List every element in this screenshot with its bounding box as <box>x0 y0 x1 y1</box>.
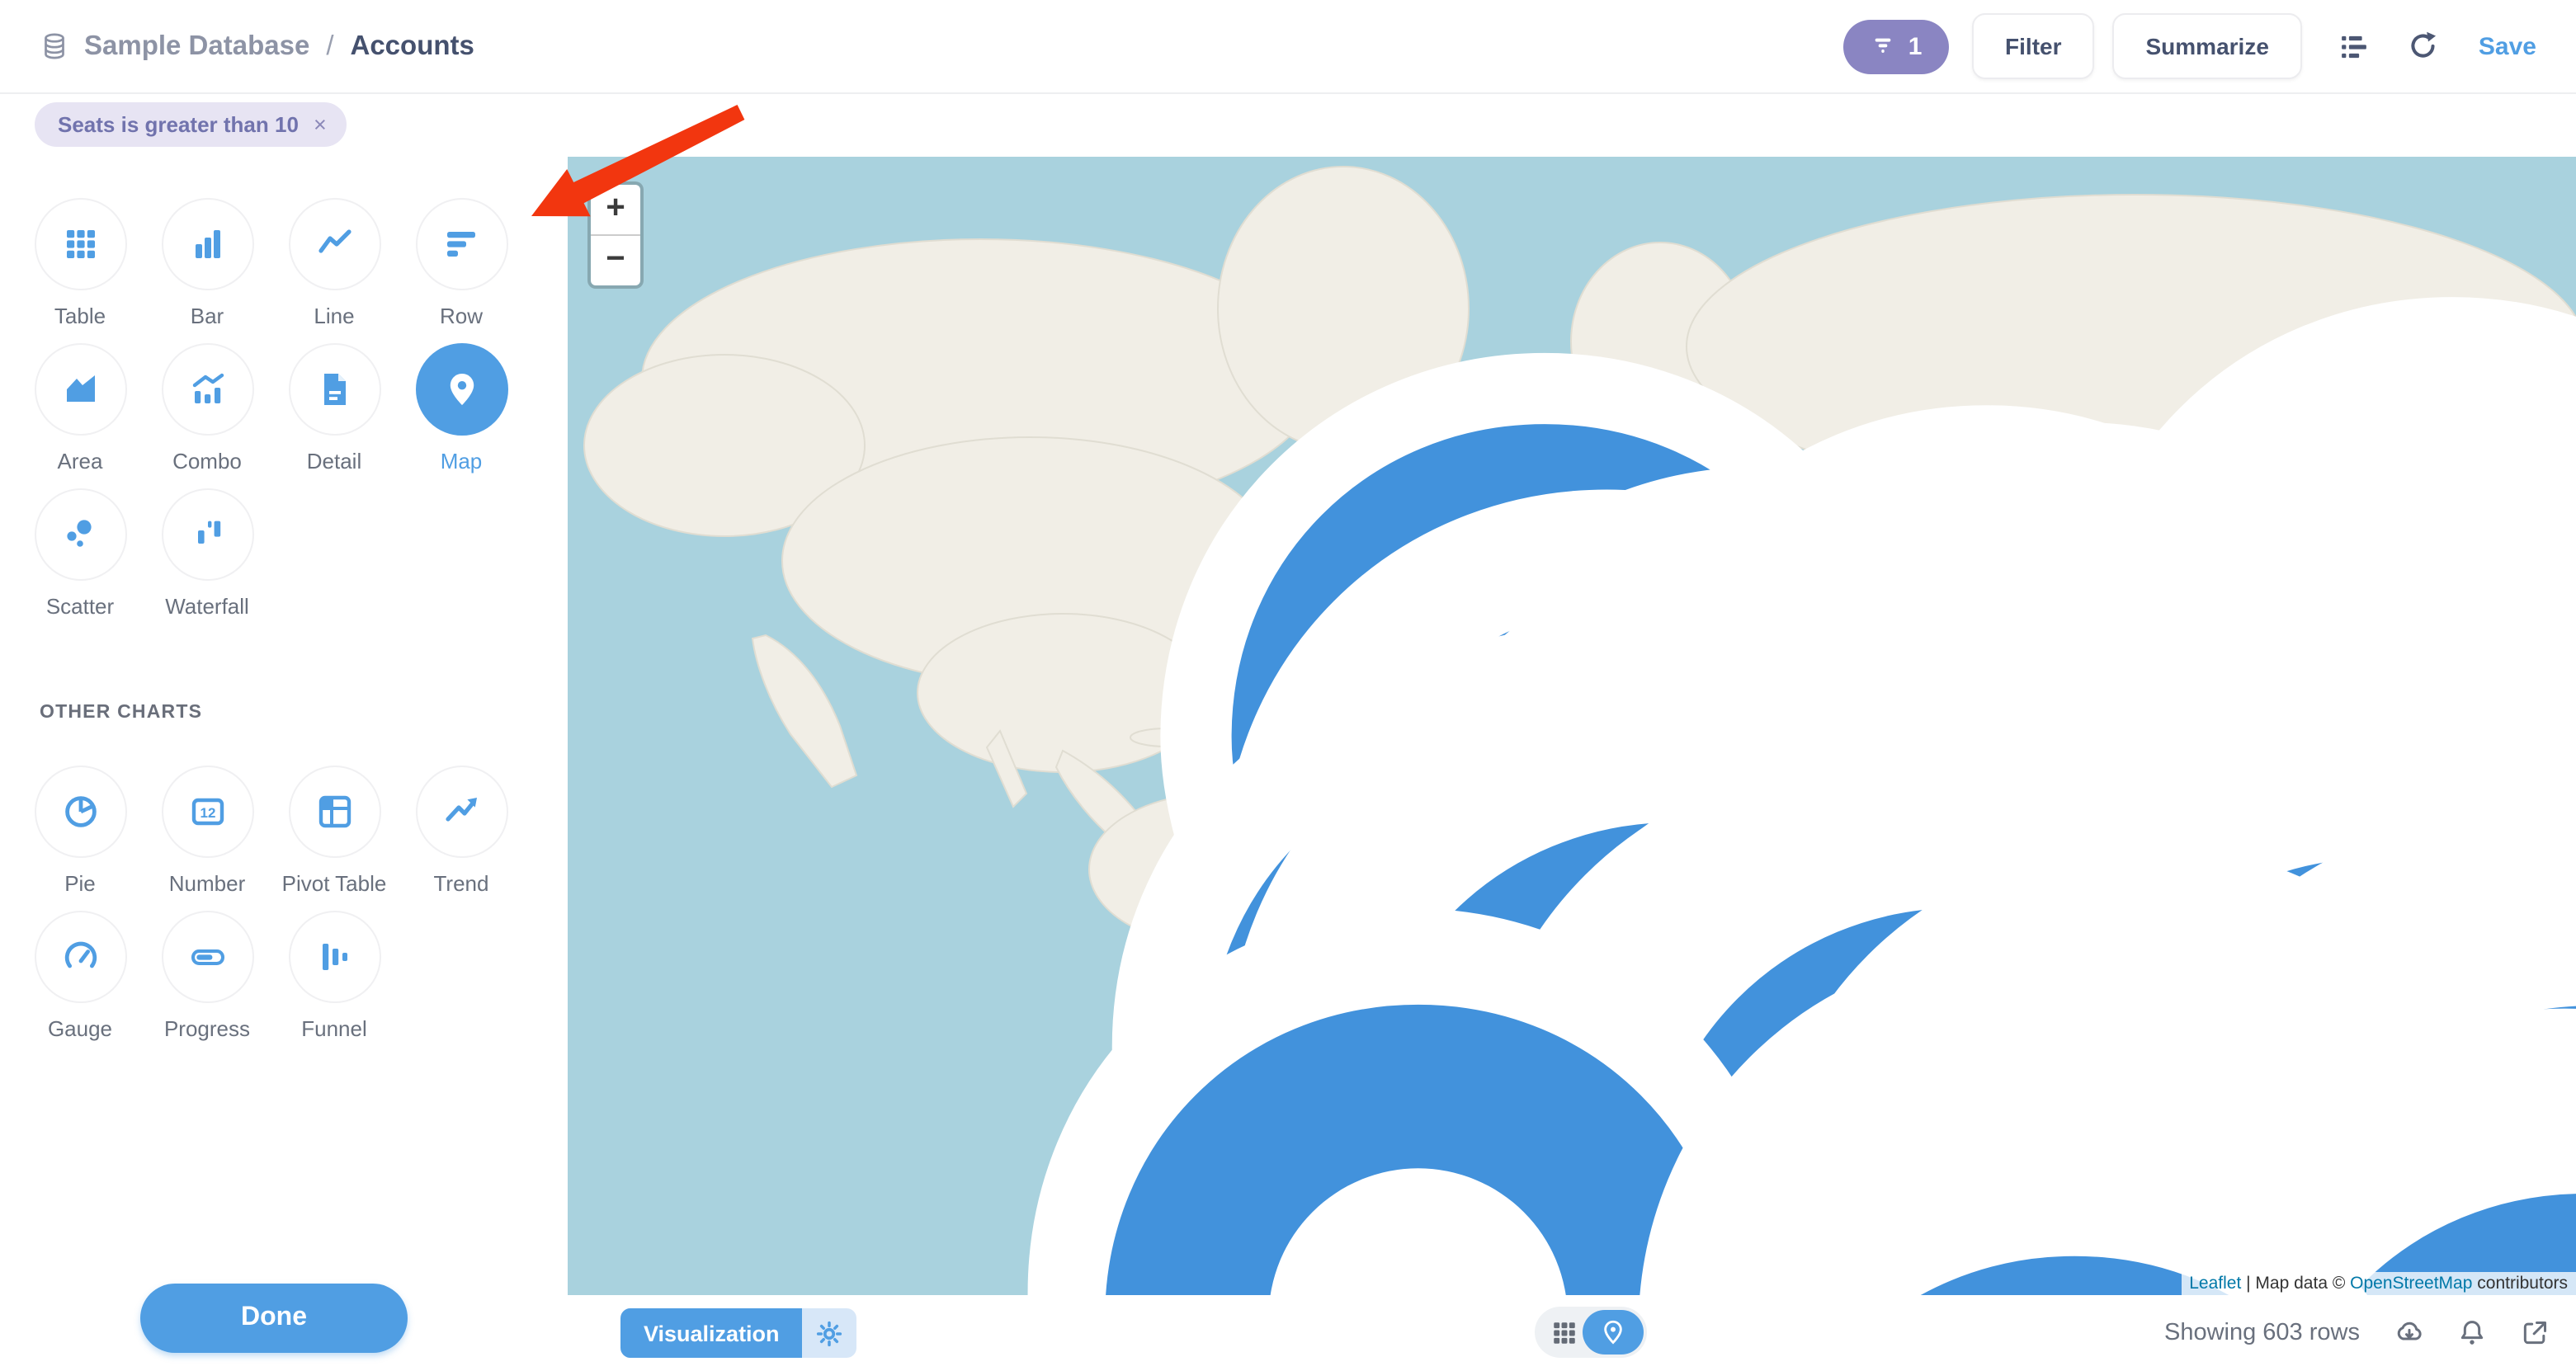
gauge-chart-icon <box>34 911 126 1003</box>
funnel-chart-icon <box>288 911 380 1003</box>
viz-type-scatter[interactable]: Scatter <box>17 488 144 619</box>
viz-type-pie[interactable]: Pie <box>17 766 144 896</box>
map-pins-layer <box>568 157 2576 1295</box>
viz-type-label: Funnel <box>301 1016 367 1041</box>
attribution-suffix: contributors <box>2472 1274 2568 1293</box>
alerts-bell-icon[interactable] <box>2456 1317 2489 1350</box>
viz-type-waterfall[interactable]: Waterfall <box>144 488 271 619</box>
visualization-button-group: Visualization <box>620 1308 857 1358</box>
table-view-icon[interactable] <box>1550 1317 1579 1347</box>
download-icon[interactable] <box>2393 1317 2426 1350</box>
viz-type-label: Detail <box>307 449 362 473</box>
viz-type-label: Number <box>169 871 246 896</box>
other-charts-heading: OTHER CHARTS <box>40 703 568 723</box>
viz-type-label: Pie <box>64 871 96 896</box>
gear-icon <box>816 1319 844 1347</box>
viz-type-label: Line <box>314 304 354 328</box>
summarize-button[interactable]: Summarize <box>2113 13 2302 79</box>
pivot-chart-icon <box>288 766 380 858</box>
filter-chip[interactable]: Seats is greater than 10 × <box>35 102 347 147</box>
done-button[interactable]: Done <box>140 1284 408 1353</box>
breadcrumb-table[interactable]: Accounts <box>351 31 474 62</box>
viz-type-trend[interactable]: Trend <box>398 766 525 896</box>
line-chart-icon <box>288 198 380 290</box>
progress-chart-icon <box>161 911 253 1003</box>
viz-type-map[interactable]: Map <box>398 343 525 473</box>
footer-status: Showing 603 rows <box>2164 1295 2551 1371</box>
filter-chip-remove-icon[interactable]: × <box>314 112 327 137</box>
breadcrumb-separator: / <box>324 31 335 62</box>
viz-type-progress[interactable]: Progress <box>144 911 271 1041</box>
visualization-button[interactable]: Visualization <box>620 1308 803 1358</box>
map-view-toggle-selected[interactable] <box>1583 1310 1644 1355</box>
header-actions: 1 Filter Summarize Save <box>1843 13 2536 79</box>
filter-chip-label: Seats is greater than 10 <box>58 112 299 137</box>
bar-chart-icon <box>161 198 253 290</box>
refresh-icon[interactable] <box>2406 29 2441 64</box>
viz-type-table[interactable]: Table <box>17 198 144 328</box>
viz-type-label: Bar <box>191 304 224 328</box>
breadcrumb: Sample Database / Accounts <box>40 31 474 62</box>
database-icon <box>40 31 69 61</box>
viz-type-detail[interactable]: Detail <box>271 343 398 473</box>
viz-type-number[interactable]: Number <box>144 766 271 896</box>
app-header: Sample Database / Accounts 1 Filter Summ… <box>0 0 2576 94</box>
trend-chart-icon <box>415 766 507 858</box>
viz-type-label: Combo <box>172 449 242 473</box>
detail-chart-icon <box>288 343 380 436</box>
pie-chart-icon <box>34 766 126 858</box>
map-canvas[interactable]: + − Leaflet | Map data © OpenStreetMap c… <box>568 157 2576 1295</box>
table-chart-icon <box>34 198 126 290</box>
filter-funnel-icon <box>1871 33 1897 59</box>
viz-type-label: Gauge <box>48 1016 112 1041</box>
viz-type-funnel[interactable]: Funnel <box>271 911 398 1041</box>
filter-button[interactable]: Filter <box>1972 13 2094 79</box>
row-chart-icon <box>415 198 507 290</box>
viz-type-label: Row <box>440 304 483 328</box>
row-count-status: Showing 603 rows <box>2164 1320 2360 1346</box>
area-chart-icon <box>34 343 126 436</box>
visualization-sidebar: Table Bar Line Row Area Combo Detail Map Scatter… <box>0 157 568 1371</box>
map-pin-icon <box>1599 1318 1627 1346</box>
viz-type-row[interactable]: Row <box>398 198 525 328</box>
viz-type-label: Area <box>58 449 103 473</box>
map-attribution: Leaflet | Map data © OpenStreetMap contr… <box>2181 1272 2576 1295</box>
leaflet-link[interactable]: Leaflet <box>2189 1274 2241 1293</box>
waterfall-chart-icon <box>161 488 253 581</box>
other-chart-type-grid: Pie Number Pivot Table Trend Gauge Progress Fu… <box>0 766 541 1056</box>
viz-type-label: Waterfall <box>165 594 249 619</box>
map-zoom-in-button[interactable]: + <box>591 185 640 234</box>
viz-type-label: Pivot Table <box>282 871 387 896</box>
metabase-query-builder: Sample Database / Accounts 1 Filter Summ… <box>0 0 2576 1371</box>
openstreetmap-link[interactable]: OpenStreetMap <box>2350 1274 2472 1293</box>
visualization-settings-button[interactable] <box>803 1308 857 1358</box>
viz-type-label: Trend <box>434 871 489 896</box>
viz-type-label: Table <box>54 304 106 328</box>
map-zoom-control: + − <box>587 181 644 289</box>
viz-type-combo[interactable]: Combo <box>144 343 271 473</box>
scatter-chart-icon <box>34 488 126 581</box>
table-map-toggle <box>1535 1307 1647 1358</box>
viz-type-pivot-table[interactable]: Pivot Table <box>271 766 398 896</box>
viz-type-gauge[interactable]: Gauge <box>17 911 144 1041</box>
viz-type-label: Progress <box>164 1016 250 1041</box>
viz-type-bar[interactable]: Bar <box>144 198 271 328</box>
chart-type-grid: Table Bar Line Row Area Combo Detail Map Scatter… <box>0 198 541 634</box>
attribution-text: | Map data © <box>2241 1274 2350 1293</box>
combo-chart-icon <box>161 343 253 436</box>
filter-count-badge[interactable]: 1 <box>1843 19 1949 73</box>
filter-chip-row: Seats is greater than 10 × <box>0 94 2576 157</box>
viz-type-label: Scatter <box>46 594 114 619</box>
viz-type-line[interactable]: Line <box>271 198 398 328</box>
notebook-icon[interactable] <box>2337 29 2371 64</box>
map-zoom-out-button[interactable]: − <box>591 234 640 285</box>
breadcrumb-database[interactable]: Sample Database <box>84 31 309 62</box>
expand-external-icon[interactable] <box>2518 1317 2551 1350</box>
map-chart-icon <box>415 343 507 436</box>
viz-type-area[interactable]: Area <box>17 343 144 473</box>
filter-count: 1 <box>1908 32 1923 60</box>
save-button[interactable]: Save <box>2479 32 2536 60</box>
number-chart-icon <box>161 766 253 858</box>
viz-type-label: Map <box>441 449 483 473</box>
